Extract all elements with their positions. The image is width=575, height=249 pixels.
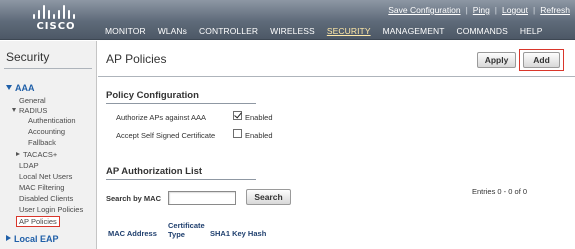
column-header-certificate-line2: Type (168, 230, 185, 239)
section-divider (106, 103, 256, 104)
add-button-highlight: Add (519, 49, 564, 71)
column-header-sha1-key-hash: SHA1 Key Hash (210, 229, 267, 238)
collapsed-arrow-icon (16, 152, 20, 156)
sidebar-item-ldap[interactable]: LDAP (19, 161, 39, 170)
sidebar-item-aaa[interactable]: AAA (6, 83, 35, 93)
top-header: CISCO Save Configuration | Ping | Logout | Ref… (0, 0, 575, 40)
page-title: AP Policies (106, 52, 167, 66)
main-nav: MONITOR WLANs CONTROLLER WIRELESS SECURI… (105, 26, 554, 36)
apply-button[interactable]: Apply (477, 52, 516, 68)
self-signed-cert-enabled-label: Enabled (245, 131, 273, 140)
sidebar-item-label: TACACS+ (23, 150, 58, 159)
cisco-logo: CISCO (24, 5, 88, 37)
save-configuration-link[interactable]: Save Configuration (388, 5, 460, 15)
self-signed-cert-checkbox[interactable] (233, 129, 242, 138)
column-header-mac-address: MAC Address (108, 229, 157, 238)
cisco-logo-text: CISCO (36, 21, 76, 32)
cisco-bars-icon (33, 5, 77, 19)
sidebar-item-mac-filtering[interactable]: MAC Filtering (19, 183, 64, 192)
expand-arrow-icon (6, 85, 12, 90)
ap-authorization-list-heading: AP Authorization List (106, 166, 203, 177)
sidebar-item-accounting[interactable]: Accounting (28, 127, 65, 136)
sidebar-item-radius[interactable]: RADIUS (12, 106, 47, 115)
sidebar-divider (4, 68, 92, 69)
logout-link[interactable]: Logout (502, 5, 528, 15)
nav-commands[interactable]: COMMANDS (457, 26, 508, 36)
title-divider (98, 76, 575, 77)
policy-configuration-heading: Policy Configuration (106, 90, 199, 101)
entries-count: Entries 0 - 0 of 0 (472, 187, 528, 196)
sidebar-item-disabled-clients[interactable]: Disabled Clients (19, 194, 73, 203)
utility-links: Save Configuration | Ping | Logout | Refresh (388, 5, 570, 15)
sidebar-item-fallback[interactable]: Fallback (28, 138, 56, 147)
sidebar-item-ap-policies[interactable]: AP Policies (16, 216, 60, 227)
sidebar-item-user-login-policies[interactable]: User Login Policies (19, 205, 83, 214)
column-header-certificate-line1: Certificate (168, 221, 205, 230)
sidebar-item-label: Local EAP (14, 234, 59, 244)
sidebar-item-label: RADIUS (19, 106, 48, 115)
sidebar: Security AAA General RADIUS Authenticati… (0, 41, 97, 249)
nav-monitor[interactable]: MONITOR (105, 26, 146, 36)
search-by-mac-label: Search by MAC (106, 194, 162, 203)
nav-security[interactable]: SECURITY (327, 26, 371, 36)
ping-link[interactable]: Ping (473, 5, 490, 15)
sidebar-item-local-net-users[interactable]: Local Net Users (19, 172, 72, 181)
refresh-link[interactable]: Refresh (540, 5, 570, 15)
section-divider (106, 179, 256, 180)
nav-help[interactable]: HELP (520, 26, 543, 36)
authorize-aps-checkbox[interactable] (233, 111, 242, 120)
collapsed-arrow-icon (6, 235, 11, 241)
nav-wlans[interactable]: WLANs (158, 26, 187, 36)
search-mac-input[interactable] (168, 191, 236, 205)
nav-controller[interactable]: CONTROLLER (199, 26, 258, 36)
add-button[interactable]: Add (523, 52, 560, 68)
expand-arrow-icon (12, 108, 16, 112)
sidebar-item-authentication[interactable]: Authentication (28, 116, 76, 125)
self-signed-cert-label: Accept Self Signed Certificate (116, 131, 216, 140)
nav-management[interactable]: MANAGEMENT (383, 26, 445, 36)
sidebar-title: Security (6, 50, 50, 64)
search-button[interactable]: Search (246, 189, 291, 205)
main-content: AP Policies Apply Add Policy Configurati… (98, 41, 575, 249)
sidebar-item-tacacs[interactable]: TACACS+ (16, 150, 57, 159)
sidebar-item-general[interactable]: General (19, 96, 46, 105)
nav-wireless[interactable]: WIRELESS (270, 26, 315, 36)
authorize-aps-enabled-label: Enabled (245, 113, 273, 122)
sidebar-item-local-eap[interactable]: Local EAP (6, 234, 59, 244)
authorize-aps-label: Authorize APs against AAA (116, 113, 207, 122)
sidebar-item-label: AAA (15, 83, 35, 93)
column-header-certificate: Certificate Type (168, 221, 205, 239)
